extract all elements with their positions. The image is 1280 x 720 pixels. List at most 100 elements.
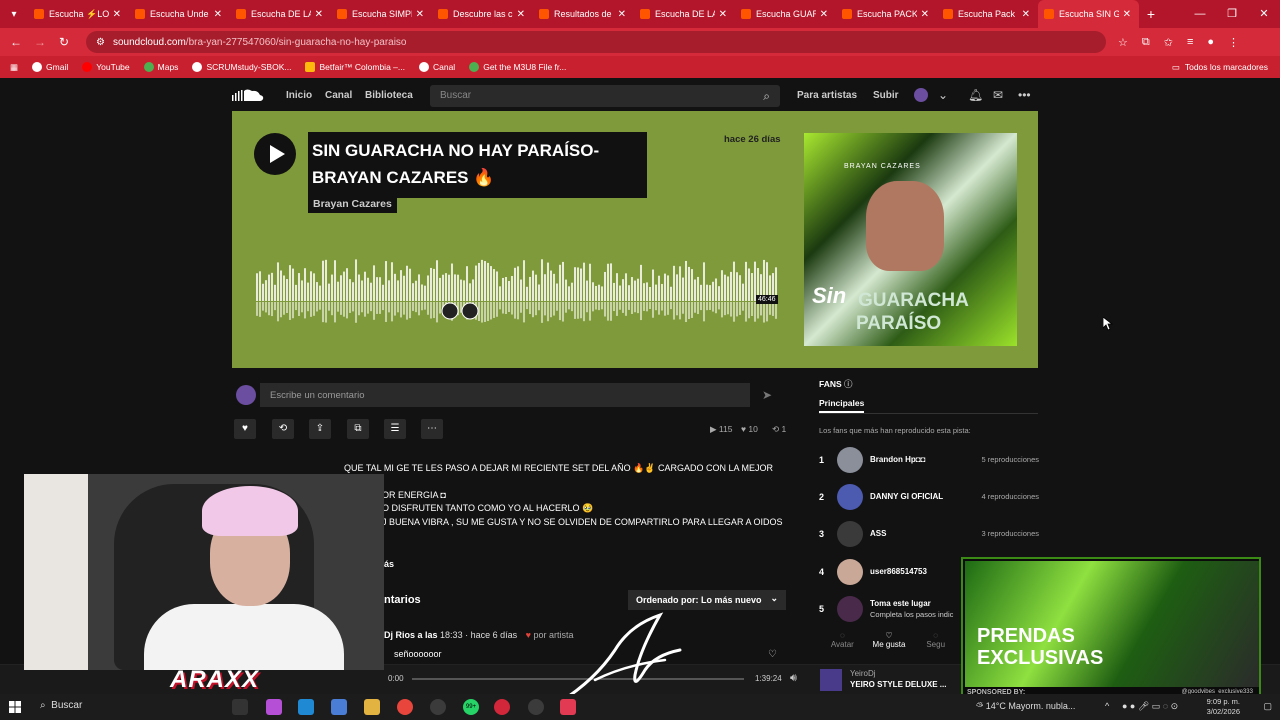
bookmark-gmail[interactable]: Gmail — [32, 62, 68, 72]
player-track-title[interactable]: YEIRO STYLE DELUXE ... — [850, 680, 946, 689]
browser-tab[interactable]: Escucha DE LA ✕ — [230, 0, 331, 28]
sort-dropdown[interactable]: Ordenado por: Lo más nuevo ⌄ — [628, 590, 786, 610]
add-to-playlist-button[interactable]: ☰ — [384, 419, 406, 439]
minimize-icon[interactable]: — — [1184, 0, 1216, 28]
close-tab-icon[interactable]: ✕ — [517, 9, 525, 20]
waveform[interactable] — [256, 259, 778, 324]
upload-link[interactable]: Subir — [873, 90, 899, 101]
close-tab-icon[interactable]: ✕ — [719, 9, 727, 20]
share-button[interactable]: ⇪ — [309, 419, 331, 439]
favorites-icon[interactable]: ✩ — [1164, 36, 1173, 49]
browser-tab[interactable]: Escucha GUAR ✕ — [735, 0, 836, 28]
forward-icon[interactable]: → — [28, 35, 52, 49]
browser-tab[interactable]: Resultados de ✕ — [533, 0, 634, 28]
reload-icon[interactable]: ↻ — [52, 35, 76, 49]
task-view-icon[interactable] — [232, 699, 248, 715]
close-tab-icon[interactable]: ✕ — [618, 9, 626, 20]
nav-canal[interactable]: Canal — [325, 90, 352, 101]
media-icon[interactable]: ≡ — [1187, 36, 1193, 49]
more-actions-button[interactable]: ⋯ — [421, 419, 443, 439]
bookmark-betfair[interactable]: Betfair™ Colombia –... — [305, 62, 405, 72]
tab-seguir[interactable]: ◌ Segu — [912, 631, 959, 661]
site-info-icon[interactable]: ⚙ — [96, 37, 105, 48]
bookmark-maps[interactable]: Maps — [143, 62, 178, 72]
nav-biblioteca[interactable]: Biblioteca — [365, 90, 413, 101]
whatsapp-icon[interactable]: 99+ — [463, 699, 479, 715]
like-button[interactable]: ♥ — [234, 419, 256, 439]
send-comment-icon[interactable]: ➤ — [762, 388, 772, 402]
track-artwork[interactable]: BRAYAN CAZARES Sin GUARACHA PARAÍSO — [804, 133, 1017, 346]
browser-tab[interactable]: Escucha SIMPL ✕ — [331, 0, 432, 28]
tray-icons[interactable]: ● ● 🎤︎ ▭ ◌ ⊙ — [1122, 701, 1178, 712]
notifications-icon[interactable]: ▢ — [1263, 701, 1272, 712]
close-tab-icon[interactable]: ✕ — [820, 9, 828, 20]
menu-kebab-icon[interactable]: ⋮ — [1228, 36, 1239, 49]
notifications-bell-icon[interactable]: 🔔︎ — [968, 88, 983, 102]
soundcloud-logo-icon[interactable] — [232, 88, 264, 102]
artist-name[interactable]: Brayan Cazares — [308, 195, 397, 213]
browser-tab[interactable]: Escucha ⚡LO ✕ — [28, 0, 129, 28]
file-explorer-icon[interactable] — [364, 699, 380, 715]
close-tab-icon[interactable]: ✕ — [921, 9, 929, 20]
store-icon[interactable] — [331, 699, 347, 715]
edge-icon[interactable] — [298, 699, 314, 715]
for-artists-link[interactable]: Para artistas — [797, 90, 857, 101]
copy-link-button[interactable]: ⧉ — [347, 419, 369, 439]
fan-row[interactable]: 2 DANNY GI OFICIAL 4 reproducciones — [819, 484, 1039, 510]
browser-tab[interactable]: Escucha PACK ✕ — [836, 0, 937, 28]
chrome-icon[interactable] — [397, 699, 413, 715]
browser-tab[interactable]: Descubre las c ✕ — [432, 0, 533, 28]
bookmark-m3u8[interactable]: Get the M3U8 File fr... — [469, 62, 566, 72]
restore-icon[interactable]: ❐ — [1216, 0, 1248, 28]
copilot-icon[interactable] — [266, 699, 282, 715]
close-tab-icon[interactable]: ✕ — [416, 9, 424, 20]
tab-search-menu-icon[interactable]: ▾ — [0, 0, 28, 28]
back-icon[interactable]: ← — [4, 35, 28, 49]
windows-start-icon[interactable] — [9, 701, 21, 713]
waveform-comment-avatar[interactable] — [461, 302, 479, 320]
fan-name[interactable]: ASS — [870, 529, 886, 538]
system-clock[interactable]: 9:09 p. m. 3/02/2026 — [1207, 697, 1240, 717]
messages-envelope-icon[interactable]: ✉ — [993, 88, 1003, 102]
comment-input[interactable]: Escribe un comentario — [260, 383, 750, 407]
fan-name[interactable]: Brandon Hp◘◘ — [870, 455, 925, 464]
like-comment-icon[interactable]: ♡ — [768, 649, 777, 660]
more-options-icon[interactable]: ••• — [1018, 88, 1031, 102]
tab-me-gusta[interactable]: ♡ Me gusta — [866, 631, 913, 661]
profile-icon[interactable]: ● — [1207, 36, 1214, 49]
taskbar-search[interactable]: ⌕ Buscar — [40, 700, 82, 711]
fan-name[interactable]: Toma este lugar — [870, 599, 931, 608]
new-tab-icon[interactable]: + — [1139, 6, 1163, 22]
app-icon[interactable] — [560, 699, 576, 715]
play-button[interactable] — [254, 133, 296, 175]
bookmark-scrumstudy[interactable]: SCRUMstudy-SBOK... — [192, 62, 291, 72]
search-icon[interactable]: ⌕ — [763, 89, 770, 104]
fan-name[interactable]: user868514753 — [870, 567, 927, 576]
show-more-link[interactable]: ás — [384, 559, 394, 569]
browser-tab[interactable]: Escucha Unde ✕ — [129, 0, 230, 28]
extensions-icon[interactable]: ⧉ — [1142, 36, 1150, 49]
bookmark-star-icon[interactable]: ☆ — [1118, 36, 1128, 49]
close-tab-icon[interactable]: ✕ — [1123, 9, 1131, 20]
info-icon[interactable]: ⓘ — [844, 379, 853, 389]
comment-user[interactable]: Dj Rios a las — [384, 630, 438, 640]
fan-row[interactable]: 3 ASS 3 reproducciones — [819, 521, 1039, 547]
bookmark-youtube[interactable]: YouTube — [82, 62, 130, 72]
player-user[interactable]: YeiroDj — [850, 669, 876, 678]
close-tab-icon[interactable]: ✕ — [113, 9, 121, 20]
apps-grid-icon[interactable]: ▦ — [10, 62, 18, 73]
fan-name[interactable]: DANNY GI OFICIAL — [870, 492, 943, 501]
nav-inicio[interactable]: Inicio — [286, 90, 312, 101]
repost-button[interactable]: ⟲ — [272, 419, 294, 439]
close-window-icon[interactable]: ✕ — [1248, 0, 1280, 28]
bookmark-canal[interactable]: Canal — [418, 62, 455, 72]
obs-icon[interactable] — [528, 699, 544, 715]
app-icon[interactable] — [494, 699, 510, 715]
close-tab-icon[interactable]: ✕ — [214, 9, 222, 20]
tab-principales[interactable]: Principales — [819, 398, 865, 413]
player-artwork[interactable] — [820, 669, 842, 691]
browser-tab-active[interactable]: Escucha SIN G ✕ — [1038, 0, 1139, 28]
url-field[interactable]: ⚙ soundcloud.com/bra-yan-277547060/sin-g… — [86, 31, 1106, 53]
close-tab-icon[interactable]: ✕ — [315, 9, 323, 20]
waveform-comment-avatar[interactable] — [441, 302, 459, 320]
